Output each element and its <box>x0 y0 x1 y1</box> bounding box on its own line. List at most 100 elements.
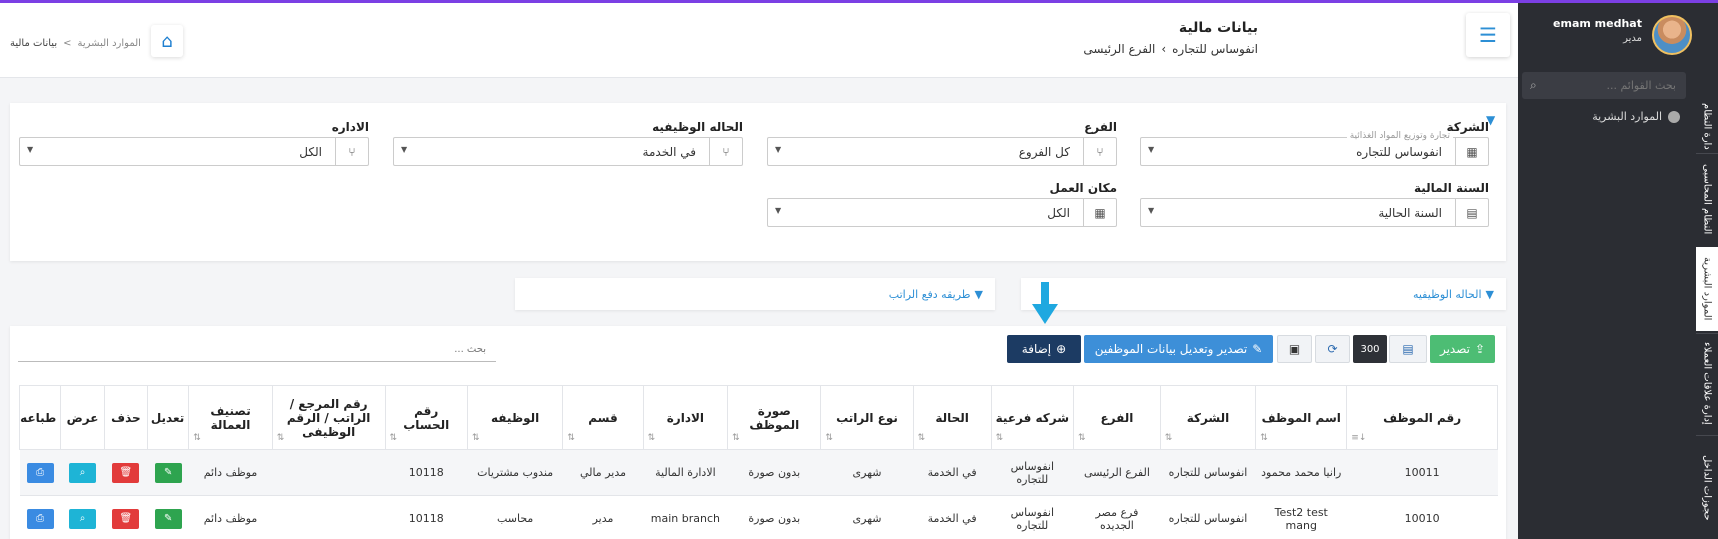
avatar[interactable] <box>1652 15 1692 55</box>
crumb-company[interactable]: انفوساس للتجاره <box>1172 42 1258 56</box>
column-header[interactable]: صورة الموظف ⇅ <box>727 385 822 450</box>
sort-desc-icon[interactable]: ↓≡ <box>1351 433 1366 443</box>
sort-icon[interactable]: ⇅ <box>732 433 740 443</box>
building-icon: ▦ <box>1455 138 1488 165</box>
column-header[interactable]: رقم الحساب ⇅ <box>384 385 468 450</box>
breadcrumb-parent[interactable]: الموارد البشرية <box>78 38 141 49</box>
fiscal-year-select[interactable]: ▤ السنة الحالية ▼ <box>1140 198 1489 227</box>
view-button[interactable]: ⌕ <box>69 462 97 483</box>
column-header: حذف <box>103 385 149 450</box>
tab-crm[interactable]: إدارة علاقات العملاء <box>1696 333 1718 433</box>
subfilter-salary-payment[interactable]: طريقه دفع الراتب ▼ <box>515 278 995 310</box>
edit-button[interactable]: ✎ <box>154 508 182 529</box>
sort-icon[interactable]: ⇅ <box>277 433 285 443</box>
view-button[interactable]: ⌕ <box>69 508 97 529</box>
breadcrumb: بيانات مالية < الموارد البشرية <box>10 38 141 49</box>
print-button[interactable]: ⎙ <box>26 462 54 483</box>
column-header[interactable]: تصنيف العمالة ⇅ <box>188 385 273 450</box>
home-icon: ⌂ <box>161 30 173 52</box>
column-header[interactable]: الوظيفه ⇅ <box>466 385 564 450</box>
column-header[interactable]: الفرع ⇅ <box>1073 385 1161 450</box>
columns-button[interactable]: ▤ <box>1389 335 1427 363</box>
delete-button[interactable]: 🗑 <box>112 462 140 483</box>
branch-select[interactable]: ⑂ كل الفروع ▼ <box>767 137 1117 166</box>
column-header[interactable]: الادارة ⇅ <box>642 385 729 450</box>
add-button[interactable]: إضافة ⊕ <box>1007 335 1081 363</box>
table-cell: فرع مصر الجديده <box>1073 495 1161 539</box>
delete-button[interactable]: 🗑 <box>112 508 140 529</box>
column-header: تعديل <box>147 385 190 450</box>
tab-hr[interactable]: الموارد البشرية <box>1696 247 1718 331</box>
sort-icon[interactable]: ⇅ <box>193 433 201 443</box>
chevron-down-icon: ▼ <box>775 145 782 154</box>
company-select[interactable]: ▦ انفوساس للتجاره ▼ <box>1140 137 1489 166</box>
sort-icon[interactable]: ⇅ <box>472 433 480 443</box>
sort-icon[interactable]: ⇅ <box>996 433 1004 443</box>
plus-circle-icon: ⊕ <box>1056 342 1067 356</box>
job-status-select[interactable]: ⑂ في الخدمة ▼ <box>393 137 743 166</box>
workplace-select[interactable]: ▦ الكل ▼ <box>767 198 1117 227</box>
filter-label: الفرع <box>1084 120 1117 134</box>
department-select[interactable]: ⑂ الكل ▼ <box>19 137 369 166</box>
tab-accounting[interactable]: النظام المحاسبى <box>1696 153 1718 245</box>
column-header[interactable]: الشركة ⇅ <box>1159 385 1257 450</box>
table-cell: مدير مالي <box>562 449 644 496</box>
column-header[interactable]: شركه فرعية ⇅ <box>990 385 1075 450</box>
sidebar-item-label: الموارد البشرية <box>1592 110 1662 123</box>
filter-label: السنة المالية <box>1413 181 1489 195</box>
sort-icon[interactable]: ⇅ <box>918 433 926 443</box>
sort-icon[interactable]: ⇅ <box>390 433 398 443</box>
column-header[interactable]: اسم الموظف ⇅ <box>1255 385 1348 450</box>
edit-button[interactable]: ✎ <box>154 462 182 483</box>
table-cell: انفوساس للتجاره <box>1160 495 1256 539</box>
table-cell: بدون صورة <box>727 449 821 496</box>
filter-workplace: مكان العمل ▦ الكل ▼ <box>767 181 1117 228</box>
home-button[interactable]: ⌂ <box>151 25 183 57</box>
column-header[interactable]: رقم المرجع / الراتب / الرقم الوظيفى ⇅ <box>271 385 386 450</box>
print-list-button[interactable]: ▣ <box>1277 335 1312 363</box>
export-edit-employees-button[interactable]: تصدير وتعديل بيانات الموظفين ✎ <box>1084 335 1273 363</box>
filter-department: الاداره ⑂ الكل ▼ <box>19 120 369 167</box>
table-cell: انفوساس للتجاره <box>991 495 1074 539</box>
sort-icon[interactable]: ⇅ <box>1260 433 1268 443</box>
filter-icon: ▼ <box>1485 287 1494 301</box>
sort-icon[interactable]: ⇅ <box>1078 433 1086 443</box>
table-cell: مندوب مشتريات <box>467 449 563 496</box>
calendar-icon: ▤ <box>1455 199 1488 226</box>
page-size-button[interactable]: 300 <box>1353 335 1387 363</box>
subfilter-job-status[interactable]: الحاله الوظيفيه ▼ <box>1021 278 1506 310</box>
table-cell: 10011 <box>1346 449 1498 496</box>
building-icon: ▦ <box>1083 199 1116 226</box>
crumb-branch[interactable]: الفرع الرئيسى <box>1083 42 1155 56</box>
table-cell: بدون صورة <box>727 495 821 539</box>
sort-icon[interactable]: ⇅ <box>648 433 656 443</box>
menu-toggle-button[interactable]: ☰ <box>1466 13 1510 57</box>
table-cell: رانيا محمد محمود <box>1255 449 1347 496</box>
sort-icon[interactable]: ⇅ <box>1165 433 1173 443</box>
title-breadcrumb: انفوساس للتجاره › الفرع الرئيسى <box>1083 42 1258 56</box>
refresh-button[interactable]: ⟳ <box>1315 335 1350 363</box>
tab-bookings[interactable]: حجوزات الداخل <box>1696 435 1718 539</box>
column-header[interactable]: قسم ⇅ <box>562 385 644 450</box>
sidebar-item-hr[interactable]: الموارد البشرية <box>1592 110 1680 123</box>
column-header[interactable]: رقم الموظف ↓≡ <box>1346 385 1498 450</box>
table-row: 10011 رانيا محمد محمود انفوساس للتجاره الفر… <box>19 449 1498 496</box>
tab-system-admin[interactable]: دارة النظام <box>1696 101 1718 151</box>
table-icon: ▤ <box>1402 342 1414 356</box>
user-profile[interactable]: emam medhat مدير <box>1518 11 1696 61</box>
menu-search: ⌕ <box>1522 72 1686 99</box>
print-button[interactable]: ⎙ <box>26 508 54 529</box>
table-cell: الفرع الرئيسى <box>1073 449 1161 496</box>
export-button[interactable]: تصدير ⇪ <box>1430 335 1495 363</box>
table-search-input[interactable] <box>18 337 496 362</box>
table-cell: موظف دائم <box>188 449 273 496</box>
menu-search-input[interactable] <box>1522 72 1686 99</box>
sitemap-icon: ⑂ <box>335 138 368 165</box>
sort-icon[interactable]: ⇅ <box>567 433 575 443</box>
column-header[interactable]: نوع الراتب ⇅ <box>820 385 914 450</box>
column-header[interactable]: الحالة ⇅ <box>912 385 992 450</box>
filter-branch: الفرع ⑂ كل الفروع ▼ <box>767 120 1117 167</box>
sitemap-icon: ⑂ <box>1083 138 1116 165</box>
refresh-icon: ⟳ <box>1327 342 1338 356</box>
sort-icon[interactable]: ⇅ <box>825 433 833 443</box>
